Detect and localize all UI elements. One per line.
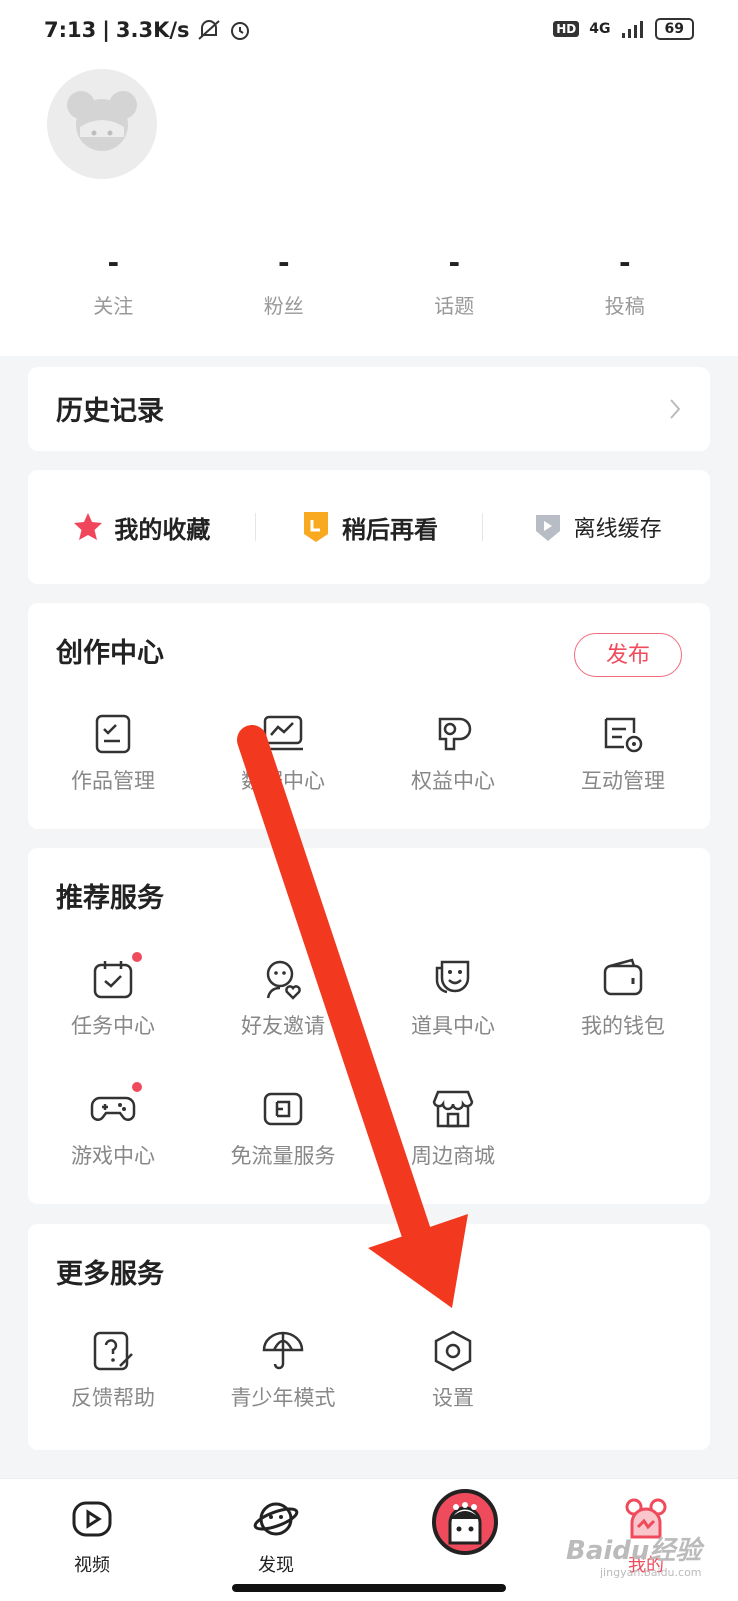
more-grid: 反馈帮助 青少年模式 设置: [28, 1328, 710, 1412]
download-icon: [535, 515, 560, 541]
wallet-icon: [603, 958, 643, 996]
gamepad-icon: [90, 1096, 136, 1121]
center-mascot-icon: [448, 1502, 482, 1545]
more-title: 更多服务: [56, 1259, 164, 1290]
notification-dot: [132, 952, 142, 962]
free-traffic-service-item[interactable]: 免流量服务: [198, 1086, 368, 1170]
invite-friends-item[interactable]: 好友邀请: [198, 956, 368, 1040]
mask-icon: [435, 960, 470, 994]
star-icon: [74, 513, 103, 540]
watermark-url: jingyan.baidu.com: [600, 1566, 702, 1579]
mute-bell-icon: [197, 20, 220, 40]
sim-card-icon: [263, 1092, 303, 1126]
help-icon: [93, 1331, 133, 1371]
youth-mode-item[interactable]: 青少年模式: [198, 1328, 368, 1412]
creation-center-card: 创作中心 发布 作品管理 数据中心 权益中心 互动管理: [28, 603, 710, 829]
status-right: HD 4G 69: [553, 18, 694, 40]
chevron-right-icon: [670, 399, 681, 419]
avatar[interactable]: [47, 69, 157, 179]
watch-later-button[interactable]: 稍后再看: [256, 510, 483, 545]
battery-icon: 69: [654, 18, 694, 40]
data-chart-icon: [263, 715, 303, 751]
store-icon: [432, 1090, 474, 1128]
creation-grid: 作品管理 数据中心 权益中心 互动管理: [28, 711, 710, 795]
stat-fans[interactable]: - 粉丝: [199, 246, 370, 319]
hd-badge: HD: [553, 21, 580, 37]
task-center-item[interactable]: 任务中心: [28, 952, 198, 1040]
home-indicator: [232, 1584, 506, 1592]
my-favorites-button[interactable]: 我的收藏: [28, 510, 255, 545]
tab-discover[interactable]: 发现: [226, 1497, 326, 1577]
network-speed: 3.3K/s: [115, 18, 190, 42]
watch-later-icon: [304, 512, 328, 542]
publish-button[interactable]: 发布: [574, 633, 682, 677]
network-type: 4G: [589, 21, 611, 37]
more-services-card: 更多服务 反馈帮助 青少年模式 设置: [28, 1224, 710, 1450]
umbrella-icon: [262, 1331, 304, 1370]
recommend-grid-row-2: 游戏中心 免流量服务 周边商城: [28, 1082, 710, 1170]
default-avatar-icon: [67, 91, 137, 151]
signal-icon: [621, 21, 643, 38]
profile-header: - 关注 - 粉丝 - 话题 - 投稿: [0, 66, 738, 356]
alarm-icon: [230, 22, 249, 40]
tab-video[interactable]: 视频: [42, 1497, 142, 1577]
recommend-title: 推荐服务: [56, 883, 164, 914]
rights-center-item[interactable]: 权益中心: [368, 711, 538, 795]
works-management-item[interactable]: 作品管理: [28, 711, 198, 795]
stat-following[interactable]: - 关注: [28, 246, 199, 319]
settings-hex-icon: [434, 1330, 472, 1372]
planet-icon: [253, 1502, 299, 1536]
quick-access-bar: 我的收藏 稍后再看 离线缓存: [28, 470, 710, 584]
recommend-grid-row-1: 任务中心 好友邀请 道具中心 我的钱包: [28, 952, 710, 1040]
settings-item[interactable]: 设置: [368, 1328, 538, 1412]
stat-topics[interactable]: - 话题: [369, 246, 540, 319]
interaction-icon: [604, 717, 643, 753]
status-time: 7:13: [44, 18, 97, 42]
works-icon: [95, 714, 131, 754]
feedback-help-item[interactable]: 反馈帮助: [28, 1328, 198, 1412]
creation-title: 创作中心: [56, 638, 164, 669]
center-mascot-button[interactable]: [432, 1489, 498, 1555]
my-wallet-item[interactable]: 我的钱包: [538, 956, 708, 1040]
history-row[interactable]: 历史记录: [28, 367, 710, 451]
data-center-item[interactable]: 数据中心: [198, 711, 368, 795]
watermark-logo: Baidu经验: [566, 1536, 702, 1566]
task-calendar-icon: [93, 961, 133, 999]
offline-cache-button[interactable]: 离线缓存: [483, 511, 710, 543]
video-icon: [72, 1501, 112, 1537]
rights-icon: [438, 717, 472, 751]
invite-friend-icon: [266, 960, 301, 1000]
profile-stats: - 关注 - 粉丝 - 话题 - 投稿: [28, 246, 710, 319]
interaction-management-item[interactable]: 互动管理: [538, 711, 708, 795]
props-center-item[interactable]: 道具中心: [368, 956, 538, 1040]
game-center-item[interactable]: 游戏中心: [28, 1082, 198, 1170]
stat-posts[interactable]: - 投稿: [540, 246, 711, 319]
notification-dot: [132, 1082, 142, 1092]
history-title: 历史记录: [56, 396, 164, 427]
status-bar: 7:13 | 3.3K/s HD 4G 69: [0, 0, 738, 66]
recommended-services-card: 推荐服务 任务中心 好友邀请 道具中心 我的钱包 游戏中心 免流量服务 周边商城: [28, 848, 710, 1204]
status-left: 7:13 | 3.3K/s: [44, 18, 252, 42]
merch-store-item[interactable]: 周边商城: [368, 1086, 538, 1170]
